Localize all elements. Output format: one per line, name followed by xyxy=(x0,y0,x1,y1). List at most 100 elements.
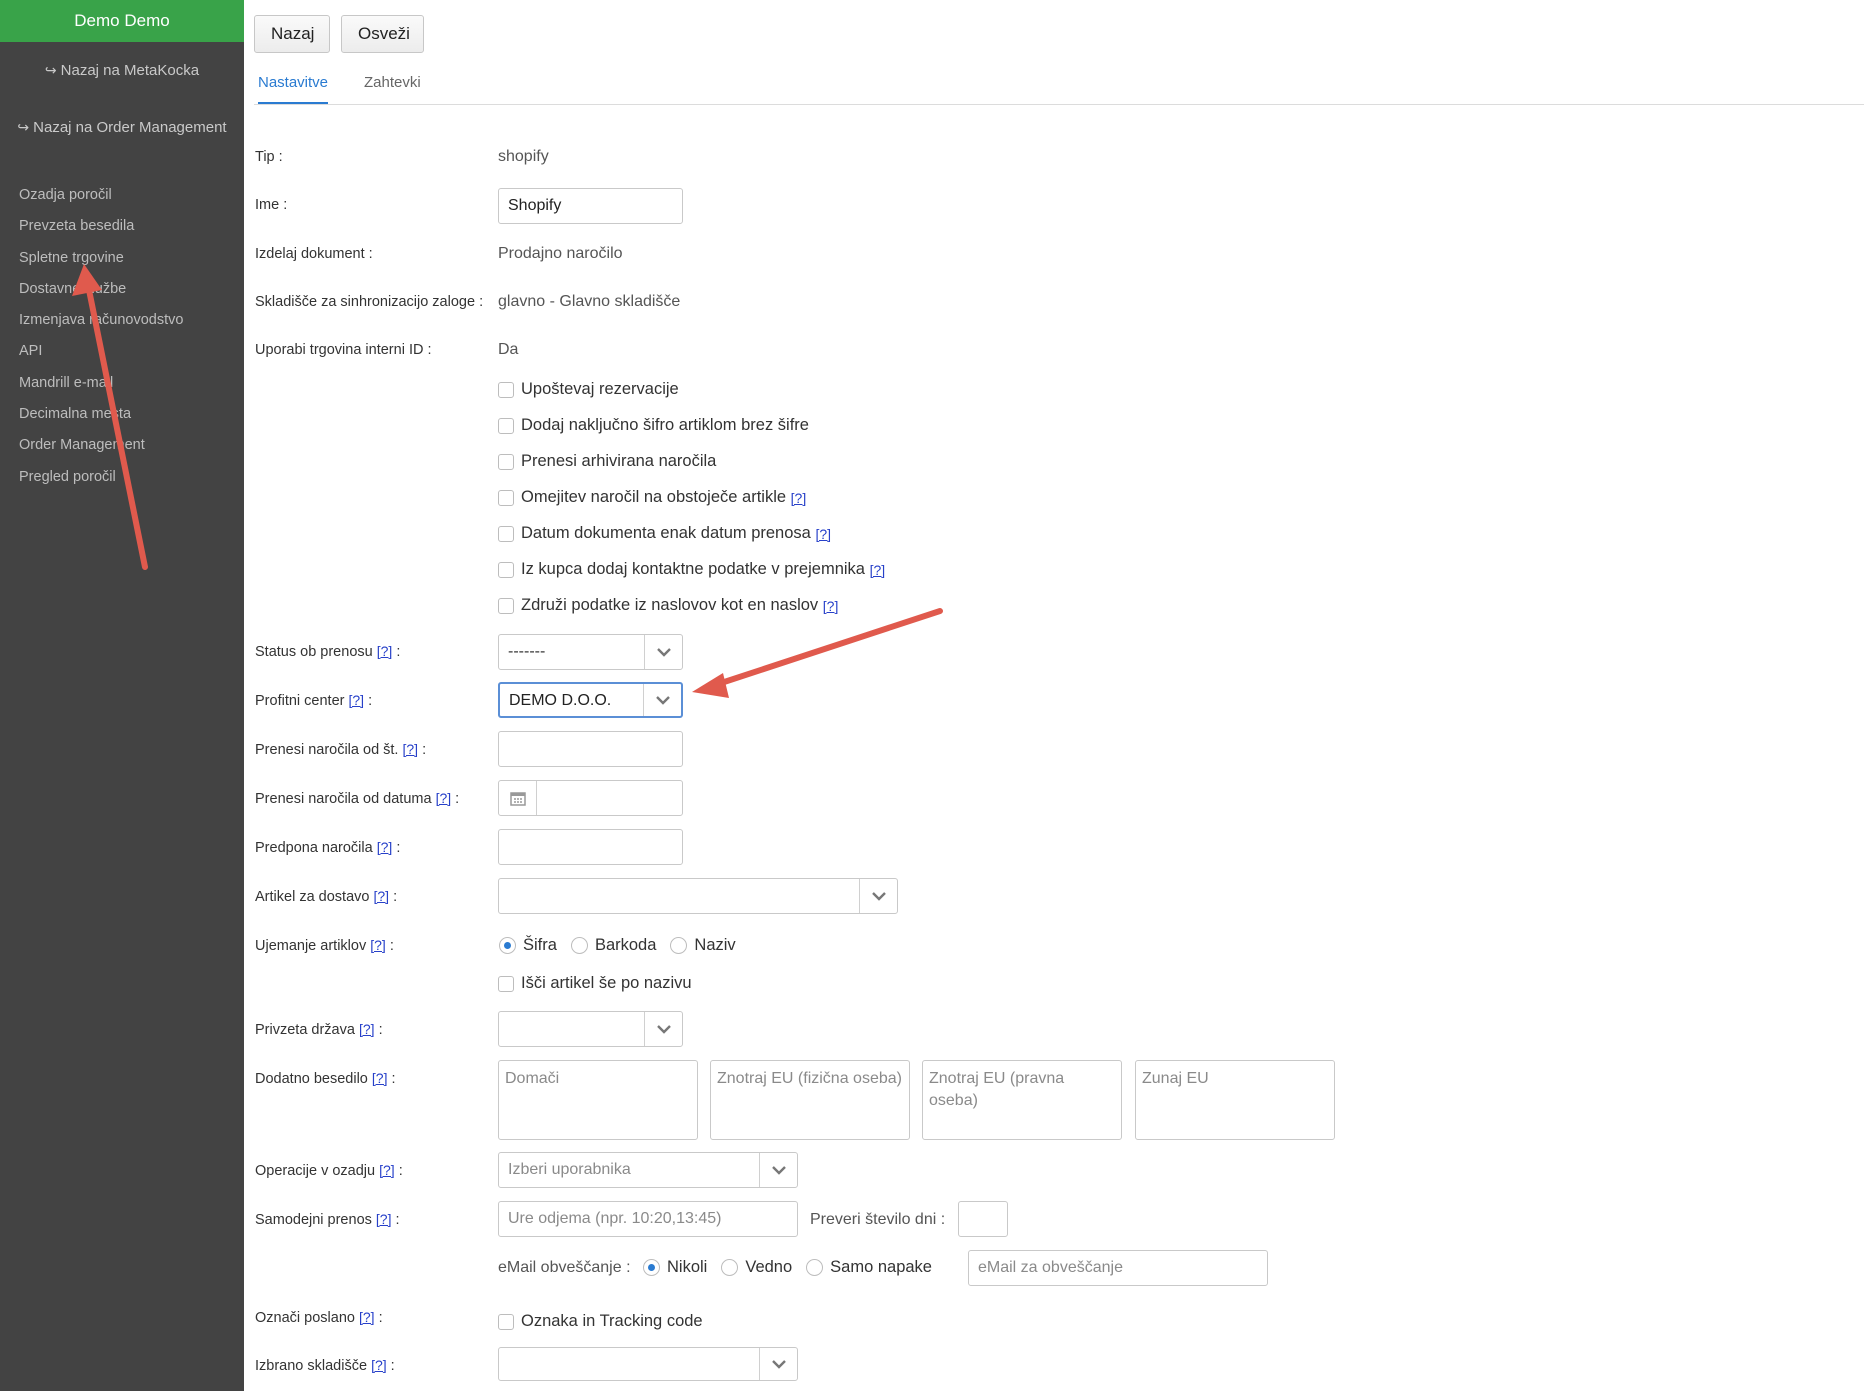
chevron-down-icon[interactable] xyxy=(759,1348,797,1380)
help-link[interactable]: [?] xyxy=(815,526,831,542)
ure-odjema-input[interactable]: Ure odjema (npr. 10:20,13:45) xyxy=(498,1201,798,1237)
izbrano-skladisce-text: Izbrano skladišče xyxy=(255,1358,368,1374)
sidebar-item-order-management[interactable]: Order Management xyxy=(19,430,183,461)
checkbox-zdruzi-naslove[interactable]: Združi podatke iz naslovov kot en naslov… xyxy=(498,596,838,615)
radio-button[interactable] xyxy=(721,1259,739,1276)
help-link[interactable]: [?] xyxy=(403,741,419,757)
sidebar-item-izmenjava-racunovodstvo[interactable]: Izmenjava računovodstvo xyxy=(19,305,183,336)
sidebar-item-mandrill-email[interactable]: Mandrill e-mail xyxy=(19,368,183,399)
checkbox[interactable] xyxy=(498,489,514,506)
sidebar-item-prevzeta-besedila[interactable]: Prevzeta besedila xyxy=(19,211,183,242)
checkbox-dodaj-nakljucno-sifro[interactable]: Dodaj naključno šifro artiklom brez šifr… xyxy=(498,416,809,435)
help-link[interactable]: [?] xyxy=(377,643,393,659)
checkbox[interactable] xyxy=(498,1313,514,1330)
sidebar-item-ozadja-porocil[interactable]: Ozadja poročil xyxy=(19,180,183,211)
radio-barkoda[interactable]: Barkoda xyxy=(570,936,656,955)
checkbox-omejitev-narocil[interactable]: Omejitev naročil na obstoječe artikle [?… xyxy=(498,488,806,507)
checkbox[interactable] xyxy=(498,975,514,992)
preveri-stevilo-dni-input[interactable] xyxy=(958,1201,1008,1237)
help-link[interactable]: [?] xyxy=(823,598,839,614)
checkbox[interactable] xyxy=(498,381,514,398)
radio-label: Šifra xyxy=(523,936,557,954)
radio-button[interactable] xyxy=(643,1259,660,1276)
sidebar-item-api[interactable]: API xyxy=(19,336,183,367)
profitni-center-select[interactable]: DEMO D.O.O. xyxy=(498,682,683,718)
textarea-znotraj-eu-fizicna[interactable]: Znotraj EU (fizična oseba) xyxy=(710,1060,910,1140)
radio-nikoli[interactable]: Nikoli xyxy=(643,1258,707,1277)
help-link[interactable]: [?] xyxy=(379,1162,395,1178)
privzeta-drzava-select[interactable] xyxy=(498,1011,683,1047)
izbrano-skladisce-select[interactable] xyxy=(498,1347,798,1381)
radio-button[interactable] xyxy=(806,1259,824,1276)
prenesi-od-st-input[interactable] xyxy=(498,731,683,767)
checkbox-oznaka-tracking[interactable]: Oznaka in Tracking code xyxy=(498,1312,703,1331)
sidebar-item-dostavne-sluzbe[interactable]: Dostavne službe xyxy=(19,274,183,305)
operacije-ozadje-select[interactable]: Izberi uporabnika xyxy=(498,1152,798,1188)
chevron-down-icon[interactable] xyxy=(644,635,682,669)
tab-nastavitve[interactable]: Nastavitve xyxy=(258,72,329,104)
back-to-order-management-link[interactable]: ↪ Nazaj na Order Management xyxy=(0,119,244,136)
textarea-znotraj-eu-pravna[interactable]: Znotraj EU (pravna oseba) xyxy=(922,1060,1122,1140)
help-link[interactable]: [?] xyxy=(359,1309,375,1325)
help-link[interactable]: [?] xyxy=(436,790,452,806)
radio-button[interactable] xyxy=(570,937,588,954)
radio-naziv[interactable]: Naziv xyxy=(670,936,736,955)
checkbox[interactable] xyxy=(498,561,514,578)
help-link[interactable]: [?] xyxy=(371,1357,387,1373)
sidebar-item-pregled-porocil[interactable]: Pregled poročil xyxy=(19,462,183,493)
textarea-domaci[interactable]: Domači xyxy=(498,1060,698,1140)
chevron-down-icon[interactable] xyxy=(644,1012,682,1046)
checkbox-upostevaj-rezervacije[interactable]: Upoštevaj rezervacije xyxy=(498,380,679,399)
checkbox-iz-kupca-kontaktne[interactable]: Iz kupca dodaj kontaktne podatke v preje… xyxy=(498,560,885,579)
artikel-dostava-text: Artikel za dostavo xyxy=(255,889,370,905)
help-link[interactable]: [?] xyxy=(870,562,886,578)
profitni-center-value: DEMO D.O.O. xyxy=(509,692,612,709)
help-link[interactable]: [?] xyxy=(376,1211,392,1227)
artikel-dostava-select[interactable] xyxy=(498,878,898,914)
back-button[interactable]: Nazaj xyxy=(254,15,330,53)
help-link[interactable]: [?] xyxy=(372,1070,388,1086)
privzeta-drzava-label: Privzeta država [?] : xyxy=(255,1021,383,1038)
checkbox-isci-po-nazivu[interactable]: Išči artikel še po nazivu xyxy=(498,974,692,993)
radio-button[interactable] xyxy=(670,937,688,954)
checkbox-prenesi-arhivirana[interactable]: Prenesi arhivirana naročila xyxy=(498,452,716,471)
prenesi-od-datuma-input[interactable] xyxy=(498,780,683,816)
back-to-metakocka-link[interactable]: ↪ Nazaj na MetaKocka xyxy=(0,62,244,79)
predpona-input[interactable] xyxy=(498,829,683,865)
help-link[interactable]: [?] xyxy=(349,692,365,708)
chevron-down-icon[interactable] xyxy=(643,684,681,716)
checkbox[interactable] xyxy=(498,417,514,434)
user-name[interactable]: Demo Demo xyxy=(0,0,244,42)
radio-vedno[interactable]: Vedno xyxy=(721,1258,792,1277)
radio-samo-napake[interactable]: Samo napake xyxy=(806,1258,932,1277)
calendar-icon[interactable] xyxy=(499,781,537,815)
sidebar-item-decimalna-mesta[interactable]: Decimalna mesta xyxy=(19,399,183,430)
ime-input[interactable]: Shopify xyxy=(498,188,683,224)
chevron-down-icon[interactable] xyxy=(859,879,897,913)
tab-zahtevki[interactable]: Zahtevki xyxy=(364,72,421,104)
checkbox[interactable] xyxy=(498,453,514,470)
refresh-button[interactable]: Osveži xyxy=(341,15,424,53)
checkbox-label: Dodaj naključno šifro artiklom brez šifr… xyxy=(521,416,809,434)
operacije-ozadje-text: Operacije v ozadju xyxy=(255,1163,376,1179)
operacije-ozadje-placeholder: Izberi uporabnika xyxy=(508,1161,631,1178)
sidebar-item-spletne-trgovine[interactable]: Spletne trgovine xyxy=(19,243,183,274)
help-link[interactable]: [?] xyxy=(370,937,386,953)
checkbox[interactable] xyxy=(498,525,514,542)
help-link[interactable]: [?] xyxy=(359,1021,375,1037)
radio-button[interactable] xyxy=(499,937,516,954)
radio-sifra[interactable]: Šifra xyxy=(499,936,557,955)
artikel-dostava-label: Artikel za dostavo [?] : xyxy=(255,888,398,905)
izbrano-skladisce-label: Izbrano skladišče [?] : xyxy=(255,1357,395,1374)
help-link[interactable]: [?] xyxy=(791,490,807,506)
status-ob-prenosu-select[interactable]: ------- xyxy=(498,634,683,670)
radio-label: Naziv xyxy=(694,936,736,954)
help-link[interactable]: [?] xyxy=(377,839,393,855)
checkbox[interactable] xyxy=(498,597,514,614)
chevron-down-icon[interactable] xyxy=(759,1153,797,1187)
textarea-zunaj-eu[interactable]: Zunaj EU xyxy=(1135,1060,1335,1140)
help-link[interactable]: [?] xyxy=(373,888,389,904)
checkbox-datum-dokumenta[interactable]: Datum dokumenta enak datum prenosa [?] xyxy=(498,524,831,543)
email-obvescanje-input[interactable]: eMail za obveščanje xyxy=(968,1250,1268,1286)
oznaci-poslano-text: Označi poslano xyxy=(255,1310,355,1326)
